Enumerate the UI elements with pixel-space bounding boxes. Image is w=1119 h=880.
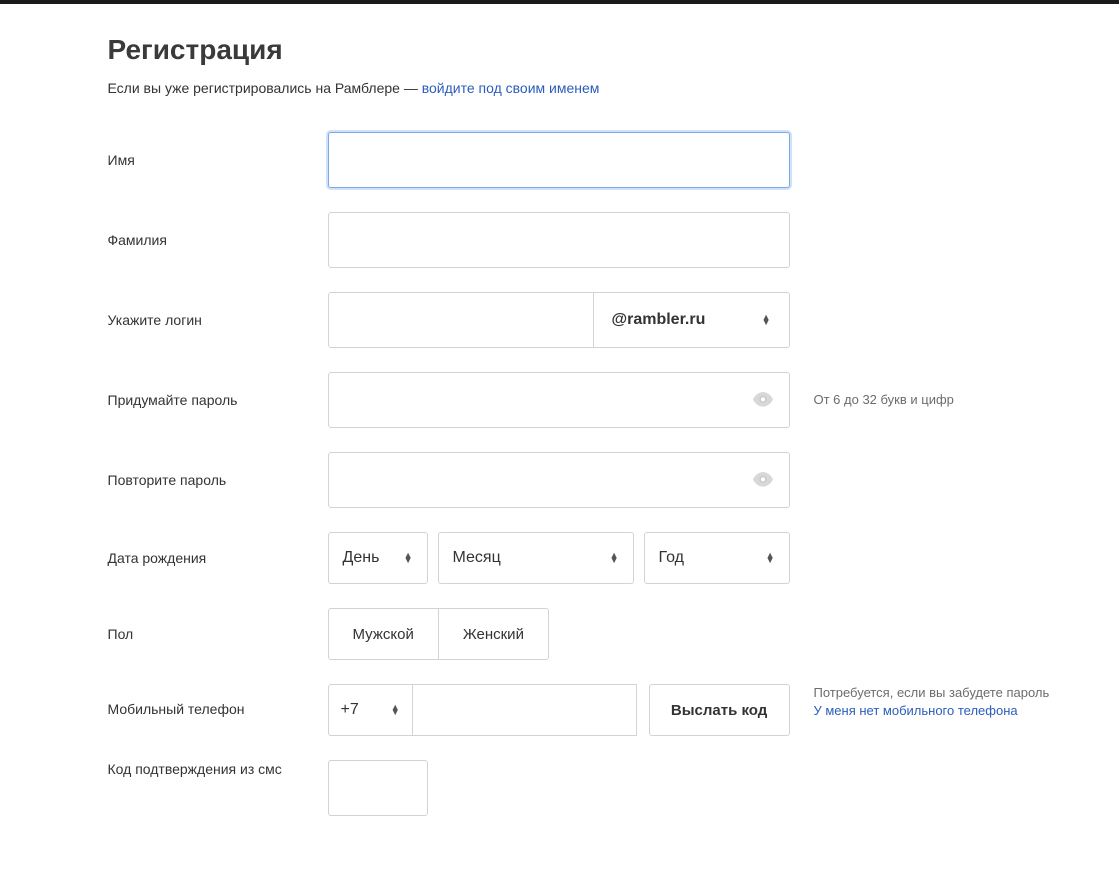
sort-arrows-icon: ▲▼ <box>762 315 771 325</box>
login-domain-value: @rambler.ru <box>612 311 706 329</box>
label-code: Код подтверждения из смс <box>108 760 328 779</box>
phone-prefix-select[interactable]: +7 ▲▼ <box>328 684 413 736</box>
no-phone-link[interactable]: У меня нет мобильного телефона <box>814 703 1018 718</box>
label-phone: Мобильный телефон <box>108 684 328 719</box>
phone-hint: Потребуется, если вы забудете пароль У м… <box>790 684 1050 719</box>
label-password: Придумайте пароль <box>108 391 328 410</box>
registration-container: Регистрация Если вы уже регистрировались… <box>30 4 1090 880</box>
sort-arrows-icon: ▲▼ <box>391 705 400 715</box>
repeat-password-input[interactable] <box>328 452 790 508</box>
gender-female-button[interactable]: Женский <box>438 608 549 660</box>
password-wrapper <box>328 372 790 428</box>
sms-code-input[interactable] <box>328 760 428 816</box>
eye-icon[interactable] <box>752 392 774 408</box>
day-select[interactable]: День ▲▼ <box>328 532 428 584</box>
label-login: Укажите логин <box>108 311 328 330</box>
label-gender: Пол <box>108 625 328 644</box>
password-input[interactable] <box>328 372 790 428</box>
login-wrapper: @rambler.ru ▲▼ <box>328 292 790 348</box>
row-code: Код подтверждения из смс <box>108 760 1070 816</box>
label-repeat-password: Повторите пароль <box>108 471 328 490</box>
login-link[interactable]: войдите под своим именем <box>422 80 600 96</box>
sort-arrows-icon: ▲▼ <box>766 553 775 563</box>
login-domain-select[interactable]: @rambler.ru ▲▼ <box>593 293 789 347</box>
phone-hint-text: Потребуется, если вы забудете пароль <box>814 685 1050 700</box>
page-title: Регистрация <box>108 34 1070 66</box>
gender-buttons: Мужской Женский <box>328 608 549 660</box>
repeat-password-wrapper <box>328 452 790 508</box>
phone-prefix-value: +7 <box>341 701 359 719</box>
month-select[interactable]: Месяц ▲▼ <box>438 532 634 584</box>
lastname-input[interactable] <box>328 212 790 268</box>
month-label: Месяц <box>453 549 501 567</box>
sort-arrows-icon: ▲▼ <box>610 553 619 563</box>
already-registered-text: Если вы уже регистрировались на Рамблере… <box>108 80 1070 96</box>
password-hint: От 6 до 32 букв и цифр <box>790 391 954 409</box>
row-repeat-password: Повторите пароль <box>108 452 1070 508</box>
day-label: День <box>343 549 380 567</box>
row-gender: Пол Мужской Женский <box>108 608 1070 660</box>
send-code-button[interactable]: Выслать код <box>649 684 790 736</box>
phone-wrapper: +7 ▲▼ Выслать код <box>328 684 790 736</box>
label-lastname: Фамилия <box>108 231 328 250</box>
label-firstname: Имя <box>108 151 328 170</box>
row-lastname: Фамилия <box>108 212 1070 268</box>
year-label: Год <box>659 549 684 567</box>
year-select[interactable]: Год ▲▼ <box>644 532 790 584</box>
label-birthdate: Дата рождения <box>108 549 328 568</box>
row-firstname: Имя <box>108 132 1070 188</box>
eye-icon[interactable] <box>752 472 774 488</box>
row-phone: Мобильный телефон +7 ▲▼ Выслать код Потр… <box>108 684 1070 736</box>
phone-input[interactable] <box>413 684 637 736</box>
login-input[interactable] <box>329 293 593 347</box>
firstname-input[interactable] <box>328 132 790 188</box>
sort-arrows-icon: ▲▼ <box>404 553 413 563</box>
row-birthdate: Дата рождения День ▲▼ Месяц ▲▼ Год ▲▼ <box>108 532 1070 584</box>
gender-male-button[interactable]: Мужской <box>328 608 438 660</box>
date-selects: День ▲▼ Месяц ▲▼ Год ▲▼ <box>328 532 790 584</box>
row-login: Укажите логин @rambler.ru ▲▼ <box>108 292 1070 348</box>
row-password: Придумайте пароль От 6 до 32 букв и цифр <box>108 372 1070 428</box>
already-prefix: Если вы уже регистрировались на Рамблере… <box>108 80 422 96</box>
